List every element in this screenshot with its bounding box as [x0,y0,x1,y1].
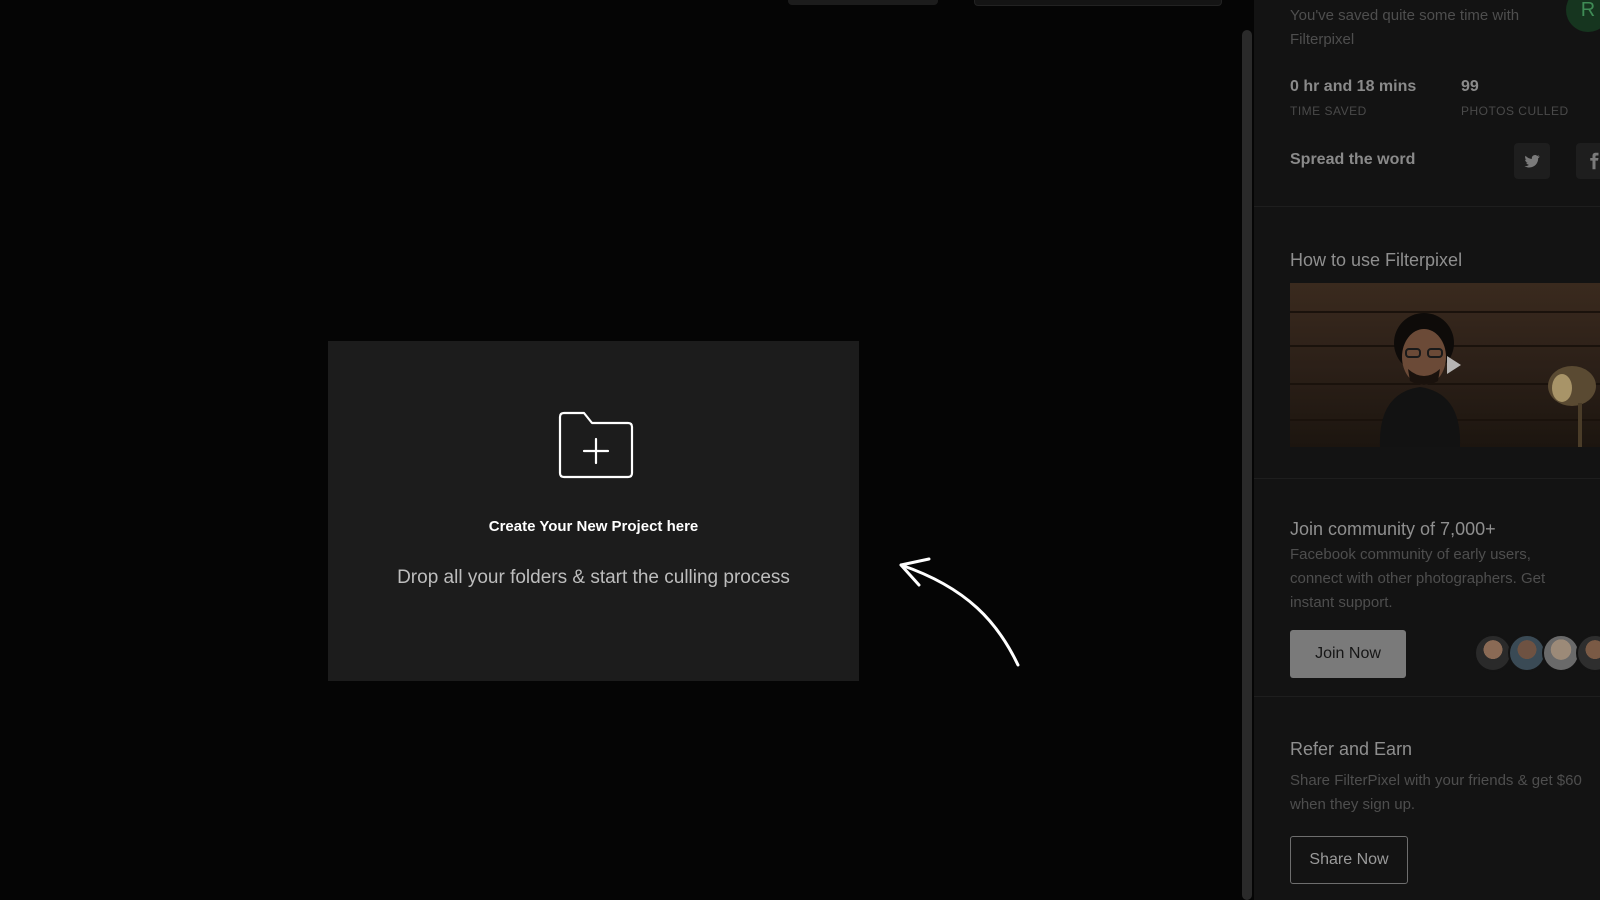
right-sidebar: R You've saved quite some time with Filt… [1254,0,1600,900]
photos-culled-label: PHOTOS CULLED [1461,104,1569,118]
twitter-share-button[interactable] [1514,143,1550,179]
top-tab-2[interactable] [974,0,1222,6]
community-avatar [1474,634,1512,672]
user-avatar[interactable]: R [1566,0,1600,32]
community-avatars [1474,634,1600,672]
howto-title: How to use Filterpixel [1290,250,1463,270]
time-saved-label: TIME SAVED [1290,104,1367,118]
card-subtitle: Drop all your folders & start the cullin… [397,567,790,588]
community-avatar [1508,634,1546,672]
photos-culled-value: 99 [1461,78,1479,95]
facebook-share-button[interactable] [1576,143,1600,179]
howto-video-thumbnail[interactable] [1290,283,1600,447]
refer-title: Refer and Earn [1290,739,1413,759]
time-saved-value: 0 hr and 18 mins [1290,78,1417,95]
spread-the-word-label: Spread the word [1290,151,1416,168]
presenter-image [1379,313,1461,447]
top-tab-1[interactable] [788,0,938,5]
community-avatar [1576,634,1600,672]
divider-1 [1254,206,1600,207]
curved-arrow-icon [899,557,1020,667]
lamp-image [1548,366,1596,447]
new-project-dropzone[interactable]: Create Your New Project here Drop all yo… [328,341,859,681]
play-icon[interactable] [1447,356,1461,374]
divider-3 [1254,696,1600,697]
facebook-icon [1590,152,1599,170]
main-scrollbar[interactable] [1242,30,1252,900]
community-description: Facebook community of early users, conne… [1290,546,1546,611]
share-now-button[interactable]: Share Now [1290,836,1408,884]
community-avatar [1542,634,1580,672]
twitter-icon [1524,154,1540,168]
divider-2 [1254,478,1600,479]
card-title: Create Your New Project here [488,518,699,535]
community-title: Join community of 7,000+ [1290,519,1496,539]
join-now-button[interactable]: Join Now [1290,630,1406,678]
time-saved-summary: You've saved quite some time with Filter… [1290,7,1520,48]
refer-description: Share FilterPixel with your friends & ge… [1290,772,1582,813]
folder-plus-icon [558,411,634,479]
